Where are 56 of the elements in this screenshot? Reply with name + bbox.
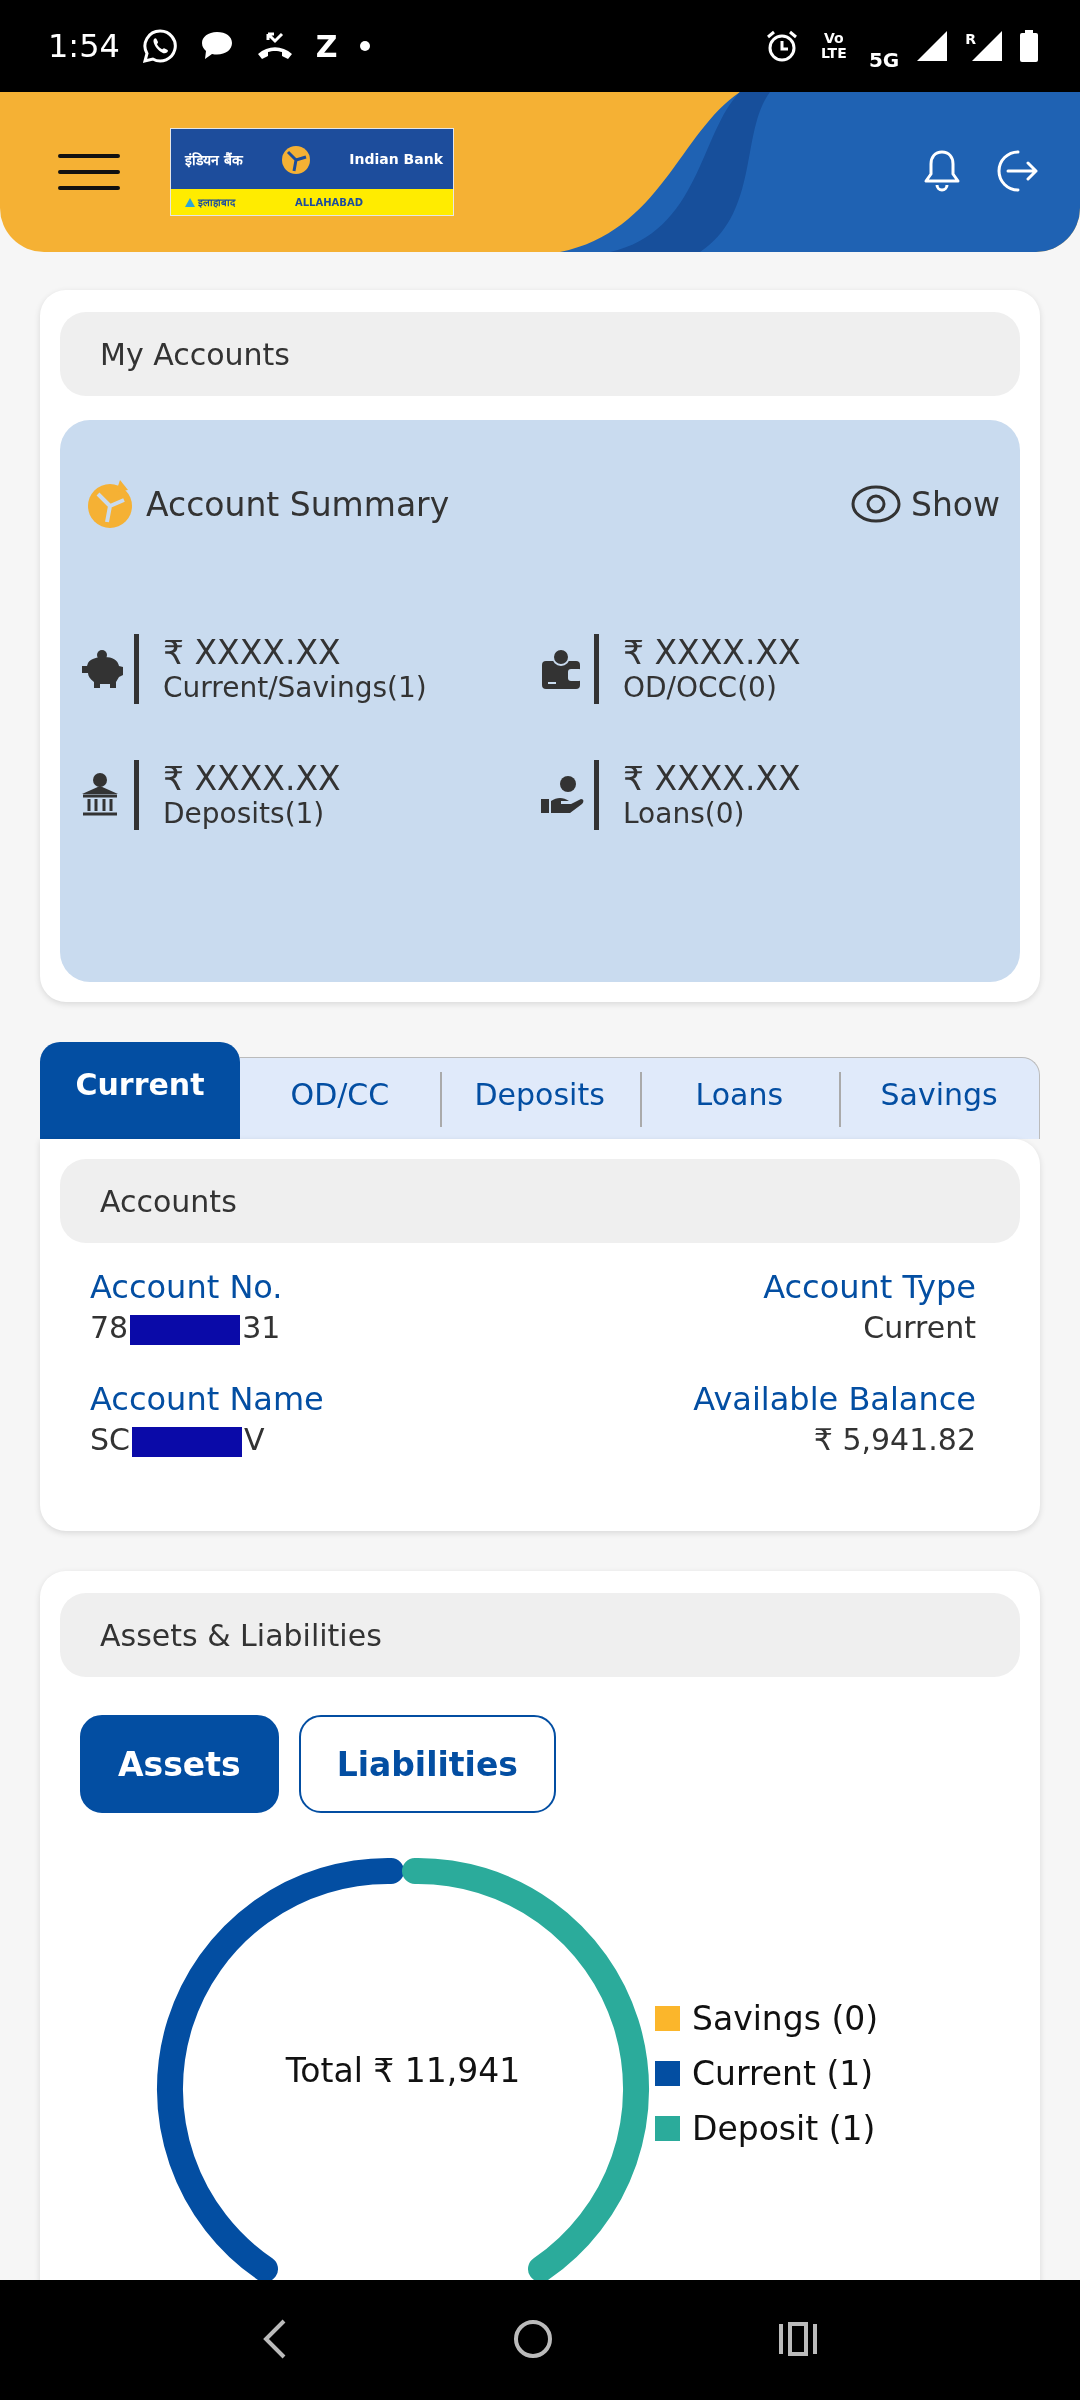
menu-button[interactable] bbox=[58, 152, 120, 192]
field-value: 78 bbox=[90, 1310, 129, 1345]
field-value: 31 bbox=[242, 1310, 281, 1345]
battery-icon bbox=[1020, 30, 1038, 62]
toggle-button[interactable]: Assets bbox=[80, 1715, 279, 1813]
account-tab[interactable]: Loans bbox=[639, 1057, 840, 1139]
logo-hindi-name: इंडियन बैंक bbox=[185, 150, 243, 169]
eye-icon bbox=[850, 484, 901, 524]
legend-label: Savings (0) bbox=[692, 1999, 879, 2038]
section-header: Assets & Liabilities bbox=[60, 1593, 1020, 1677]
summary-amount: ₹ XXXX.XX bbox=[163, 634, 342, 672]
field-label: Account No. bbox=[90, 1267, 284, 1307]
field-value: SC bbox=[90, 1422, 130, 1457]
summary-label: Current/Savings(1) bbox=[163, 672, 427, 704]
summary-label: Deposits(1) bbox=[163, 798, 326, 830]
field-label: Account Name bbox=[90, 1379, 325, 1419]
legend-label: Current (1) bbox=[692, 2054, 874, 2093]
account-tab[interactable]: Current bbox=[40, 1042, 240, 1139]
account-tab[interactable]: Deposits bbox=[439, 1057, 640, 1139]
roaming-indicator: R bbox=[965, 31, 976, 47]
bank-building-icon bbox=[80, 772, 120, 818]
logo-hindi-subtitle: इलाहाबाद bbox=[198, 196, 235, 209]
piggy-bank-icon bbox=[80, 649, 124, 689]
account-tab[interactable]: Savings bbox=[839, 1057, 1040, 1139]
summary-amount: ₹ XXXX.XX bbox=[163, 760, 341, 798]
account-tab[interactable]: OD/CC bbox=[240, 1057, 440, 1139]
chat-bubble-icon bbox=[199, 30, 234, 62]
logo-english-subtitle: ALLAHABAD bbox=[295, 196, 363, 208]
signal-icon bbox=[917, 31, 948, 61]
volte-indicator: Vo LTE bbox=[820, 31, 848, 61]
hand-coin-icon bbox=[540, 775, 584, 815]
whatsapp-icon bbox=[141, 28, 178, 64]
summary-label: OD/OCC(0) bbox=[623, 672, 778, 704]
alarm-clock-icon bbox=[764, 29, 799, 63]
legend-label: Deposit (1) bbox=[692, 2109, 876, 2148]
section-header: Accounts bbox=[60, 1159, 1020, 1243]
field-value: ₹ 5,941.82 bbox=[813, 1422, 976, 1457]
summary-label: Loans(0) bbox=[623, 798, 746, 830]
section-header: My Accounts bbox=[60, 312, 1020, 396]
clock-time: 1:54 bbox=[48, 27, 120, 65]
notification-letter: Z bbox=[315, 28, 338, 64]
field-value: Current bbox=[863, 1310, 976, 1345]
field-value: V bbox=[244, 1422, 265, 1457]
missed-call-icon bbox=[255, 30, 294, 62]
summary-amount: ₹ XXXX.XX bbox=[623, 760, 801, 798]
logo-english-name: Indian Bank bbox=[349, 151, 443, 167]
summary-title: Account Summary bbox=[146, 484, 450, 524]
network-type: 5G bbox=[868, 48, 900, 72]
summary-amount: ₹ XXXX.XX bbox=[623, 634, 801, 672]
field-label: Available Balance bbox=[692, 1379, 976, 1419]
triangle-icon bbox=[185, 197, 195, 207]
show-button[interactable]: Show bbox=[850, 484, 1000, 524]
field-label: Account Type bbox=[762, 1267, 976, 1307]
total-amount: Total ₹ 11,941 bbox=[284, 2051, 522, 2090]
toggle-button[interactable]: Liabilities bbox=[298, 1715, 556, 1813]
dot-icon bbox=[359, 41, 370, 51]
